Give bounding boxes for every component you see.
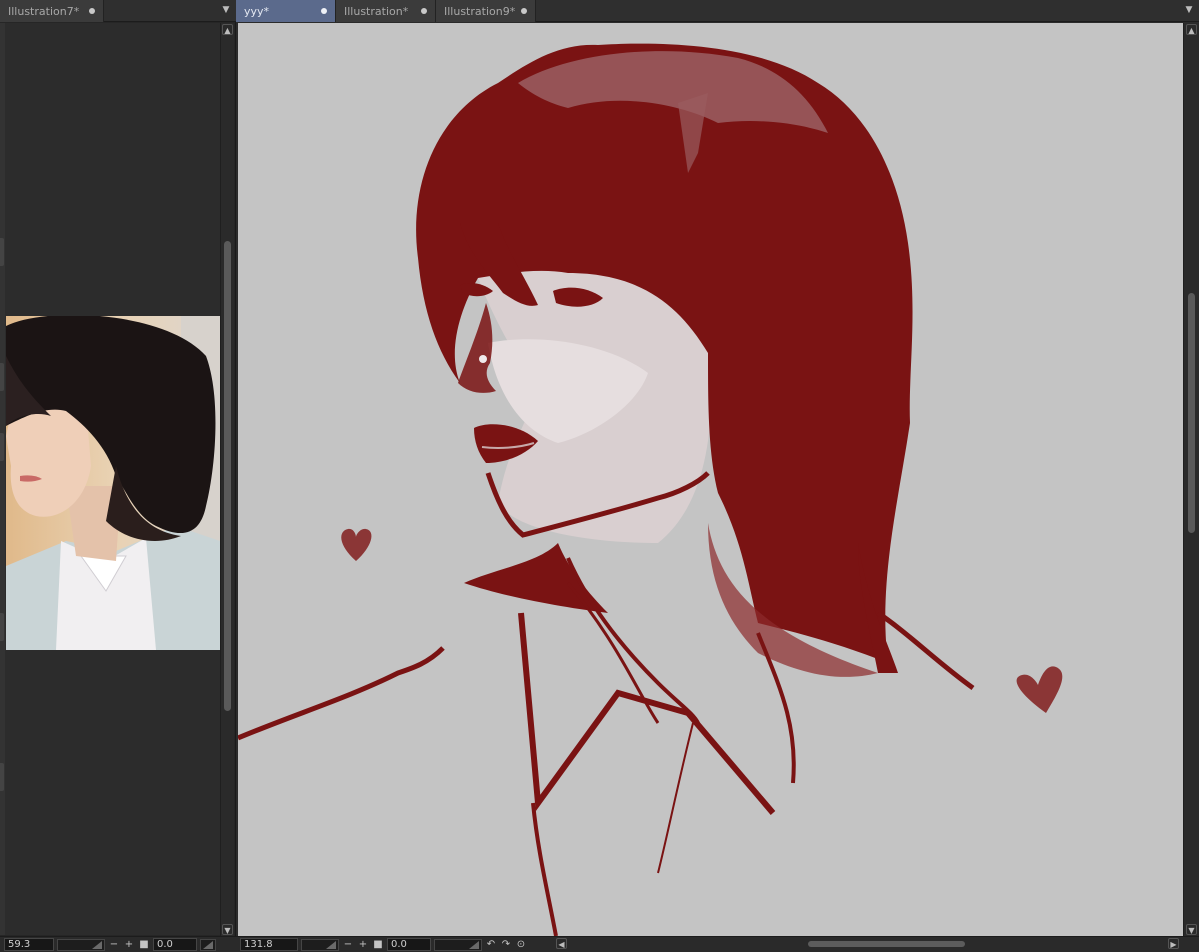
square-icon[interactable]: ■ [138, 939, 150, 951]
sub-view-vertical-scrollbar[interactable]: ▲ ▼ [220, 23, 234, 936]
drawing-canvas[interactable] [238, 23, 1183, 936]
main-vertical-scrollbar[interactable]: ▲ ▼ [1183, 23, 1199, 936]
rotation-slider[interactable] [434, 938, 482, 951]
sub-view-tab-bar: Illustration7* ▼ [0, 0, 236, 22]
tab-label: Illustration* [344, 4, 409, 18]
modified-dot-icon[interactable] [321, 8, 327, 14]
modified-dot-icon[interactable] [89, 8, 95, 14]
clip-studio-window: Illustration7* ▼ ▲ ▼ 59.3 − + ■ 0.0 yyy*… [0, 0, 1199, 952]
shirt-fold-line [657, 722, 694, 874]
zoom-slider[interactable] [57, 938, 105, 951]
edge-handle[interactable] [0, 238, 4, 266]
reference-canvas[interactable] [5, 23, 220, 935]
zoom-value-field[interactable]: 131.8 [240, 938, 298, 951]
rotate-cw-icon[interactable]: ↷ [500, 939, 512, 951]
square-icon[interactable]: ■ [372, 939, 384, 951]
chevron-up-icon[interactable]: ▲ [222, 24, 233, 35]
plus-icon[interactable]: + [357, 939, 369, 951]
nose-highlight [479, 355, 487, 363]
heart-right [1016, 666, 1063, 713]
minus-icon[interactable]: − [342, 939, 354, 951]
chevron-down-icon[interactable]: ▼ [222, 924, 233, 935]
chevron-left-icon[interactable]: ◀ [556, 938, 567, 949]
main-canvas-pane: yyy* Illustration* Illustration9* ▼ ▲ ▼ … [236, 0, 1199, 952]
plus-icon[interactable]: + [123, 939, 135, 951]
chevron-down-icon[interactable]: ▼ [220, 4, 232, 16]
minus-icon[interactable]: − [108, 939, 120, 951]
left-shoulder-stroke [238, 646, 445, 741]
nose [458, 303, 496, 393]
tab-illustration7[interactable]: Illustration7* [0, 0, 104, 22]
edge-handle[interactable] [0, 433, 4, 461]
edge-handle[interactable] [0, 613, 4, 641]
rotate-ccw-icon[interactable]: ↶ [485, 939, 497, 951]
collar-line [518, 612, 776, 815]
tab-label: yyy* [244, 4, 270, 18]
zoom-value-field[interactable]: 59.3 [4, 938, 54, 951]
heart-left [341, 528, 372, 561]
chevron-up-icon[interactable]: ▲ [1186, 24, 1197, 35]
tab-illustration9[interactable]: Illustration9* [436, 0, 536, 22]
edge-handle[interactable] [0, 763, 4, 791]
artwork [238, 43, 1063, 936]
rotation-slider[interactable] [200, 938, 216, 951]
main-status-bar: 131.8 − + ■ 0.0 ↶ ↷ ⊙ ◀ ▶ [236, 936, 1199, 952]
scrollbar-thumb[interactable] [808, 941, 965, 947]
tab-label: Illustration9* [444, 4, 516, 18]
right-shoulder-stroke [876, 610, 975, 691]
chevron-right-icon[interactable]: ▶ [1168, 938, 1179, 949]
chevron-down-icon[interactable]: ▼ [1186, 924, 1197, 935]
scrollbar-thumb[interactable] [224, 241, 231, 711]
document-tab-bar: yyy* Illustration* Illustration9* ▼ [236, 0, 1199, 22]
tab-yyy[interactable]: yyy* [236, 0, 336, 22]
reset-rotation-icon[interactable]: ⊙ [515, 939, 527, 951]
rotation-value-field[interactable]: 0.0 [153, 938, 197, 951]
rotation-value-field[interactable]: 0.0 [387, 938, 431, 951]
reference-photo [6, 316, 220, 650]
sub-view-pane: Illustration7* ▼ ▲ ▼ 59.3 − + ■ 0.0 [0, 0, 236, 952]
chevron-down-icon[interactable]: ▼ [1183, 4, 1195, 16]
main-horizontal-scrollbar[interactable]: ◀ ▶ [556, 938, 1179, 950]
tab-illustration[interactable]: Illustration* [336, 0, 436, 22]
tab-label: Illustration7* [8, 4, 80, 18]
hair-strands [464, 543, 608, 613]
scrollbar-thumb[interactable] [1188, 293, 1195, 533]
sub-view-status-bar: 59.3 − + ■ 0.0 [0, 936, 236, 952]
edge-handle[interactable] [0, 363, 4, 391]
zoom-slider[interactable] [301, 938, 339, 951]
modified-dot-icon[interactable] [521, 8, 527, 14]
shirt-placket-line [531, 802, 558, 936]
modified-dot-icon[interactable] [421, 8, 427, 14]
